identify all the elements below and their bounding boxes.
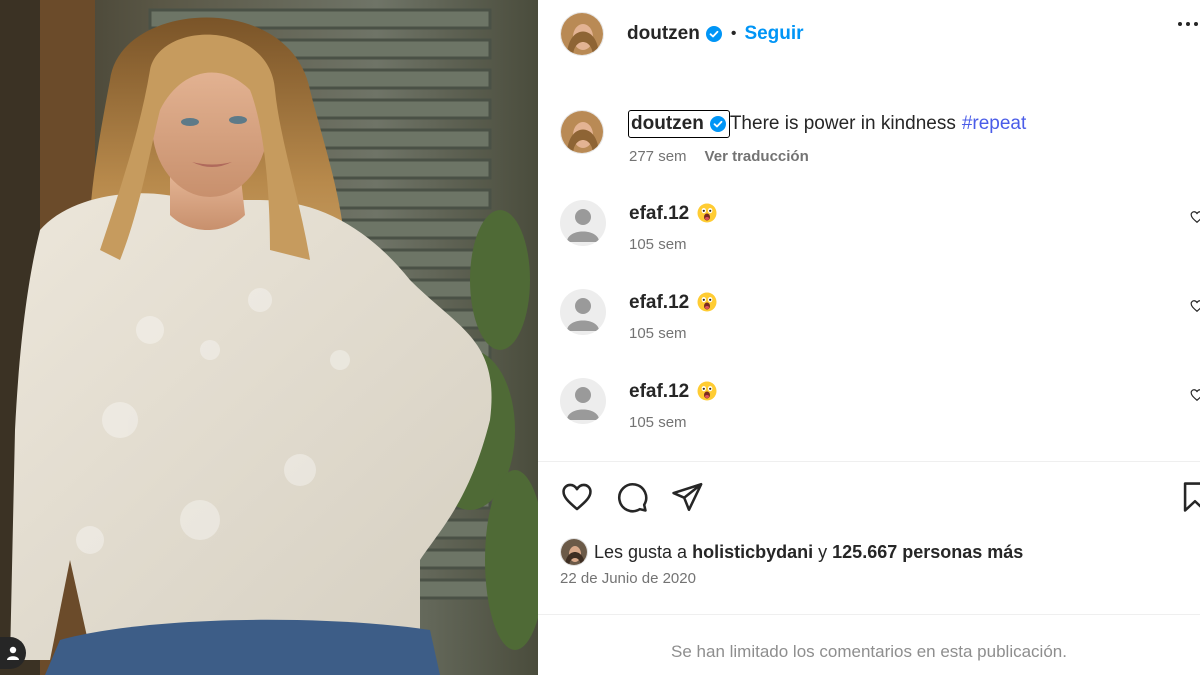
verified-badge-icon bbox=[709, 116, 726, 132]
astonished-face-emoji bbox=[697, 292, 719, 314]
likes-others[interactable]: 125.667 personas más bbox=[832, 542, 1023, 563]
comment-time: 105 sem bbox=[629, 414, 687, 431]
comment-username[interactable]: efaf.12 bbox=[629, 203, 689, 225]
comment-icon[interactable] bbox=[615, 480, 649, 519]
likes-summary: Les gusta a holisticbydani y 125.667 per… bbox=[560, 538, 1023, 566]
astonished-face-emoji bbox=[697, 203, 719, 225]
likes-conjunction: y bbox=[818, 541, 828, 562]
default-avatar[interactable] bbox=[560, 289, 606, 335]
share-icon[interactable] bbox=[670, 480, 704, 519]
heart-icon[interactable] bbox=[1190, 210, 1200, 229]
verified-badge-icon bbox=[705, 26, 722, 42]
caption-time: 277 sem bbox=[629, 148, 687, 165]
follow-button[interactable]: Seguir bbox=[744, 23, 803, 45]
more-options-icon[interactable] bbox=[1178, 22, 1198, 26]
post-date: 22 de Junio de 2020 bbox=[560, 570, 696, 587]
comment-item: efaf.12 105 sem bbox=[538, 376, 1200, 446]
caption-line: doutzen There is power in kindness #repe… bbox=[628, 110, 1026, 138]
comment-time: 105 sem bbox=[629, 236, 687, 253]
astonished-face-emoji bbox=[697, 381, 719, 403]
likes-prefix: Les gusta a bbox=[594, 541, 688, 562]
divider bbox=[538, 461, 1200, 462]
heart-icon[interactable] bbox=[1190, 388, 1200, 407]
comment-line: efaf.12 bbox=[629, 381, 719, 403]
divider bbox=[538, 614, 1200, 615]
comment-username[interactable]: efaf.12 bbox=[629, 381, 689, 403]
action-bar bbox=[538, 480, 1200, 520]
heart-icon[interactable] bbox=[1190, 299, 1200, 318]
caption-username-box[interactable]: doutzen bbox=[628, 110, 730, 138]
post-photo[interactable] bbox=[0, 0, 538, 675]
translate-button[interactable]: Ver traducción bbox=[705, 148, 809, 165]
comment-item: efaf.12 105 sem bbox=[538, 287, 1200, 357]
comment-item: efaf.12 105 sem bbox=[538, 198, 1200, 268]
comment-line: efaf.12 bbox=[629, 203, 719, 225]
caption-hashtag[interactable]: #repeat bbox=[962, 113, 1026, 135]
comment-time: 105 sem bbox=[629, 325, 687, 342]
author-username[interactable]: doutzen bbox=[627, 23, 700, 45]
likes-user[interactable]: holisticbydani bbox=[692, 542, 813, 563]
liker-avatar[interactable] bbox=[560, 538, 588, 566]
post-header: doutzen • Seguir bbox=[538, 0, 1200, 72]
default-avatar[interactable] bbox=[560, 200, 606, 246]
caption-meta: 277 sem Ver traducción bbox=[629, 148, 809, 165]
comment-line: efaf.12 bbox=[629, 292, 719, 314]
header-user-row: doutzen • Seguir bbox=[627, 23, 804, 45]
heart-icon[interactable] bbox=[560, 480, 594, 519]
post-caption: doutzen There is power in kindness #repe… bbox=[538, 96, 1200, 176]
separator-dot: • bbox=[730, 25, 737, 42]
post-details-panel: doutzen • Seguir doutzen There is power … bbox=[538, 0, 1200, 675]
post-image bbox=[0, 0, 538, 675]
caption-username[interactable]: doutzen bbox=[631, 113, 704, 135]
author-avatar[interactable] bbox=[560, 12, 604, 56]
comments-limited-notice: Se han limitado los comentarios en esta … bbox=[671, 642, 1067, 661]
caption-avatar[interactable] bbox=[560, 110, 604, 154]
default-avatar[interactable] bbox=[560, 378, 606, 424]
comment-username[interactable]: efaf.12 bbox=[629, 292, 689, 314]
save-icon[interactable] bbox=[1178, 480, 1200, 519]
caption-text: There is power in kindness bbox=[729, 113, 956, 134]
